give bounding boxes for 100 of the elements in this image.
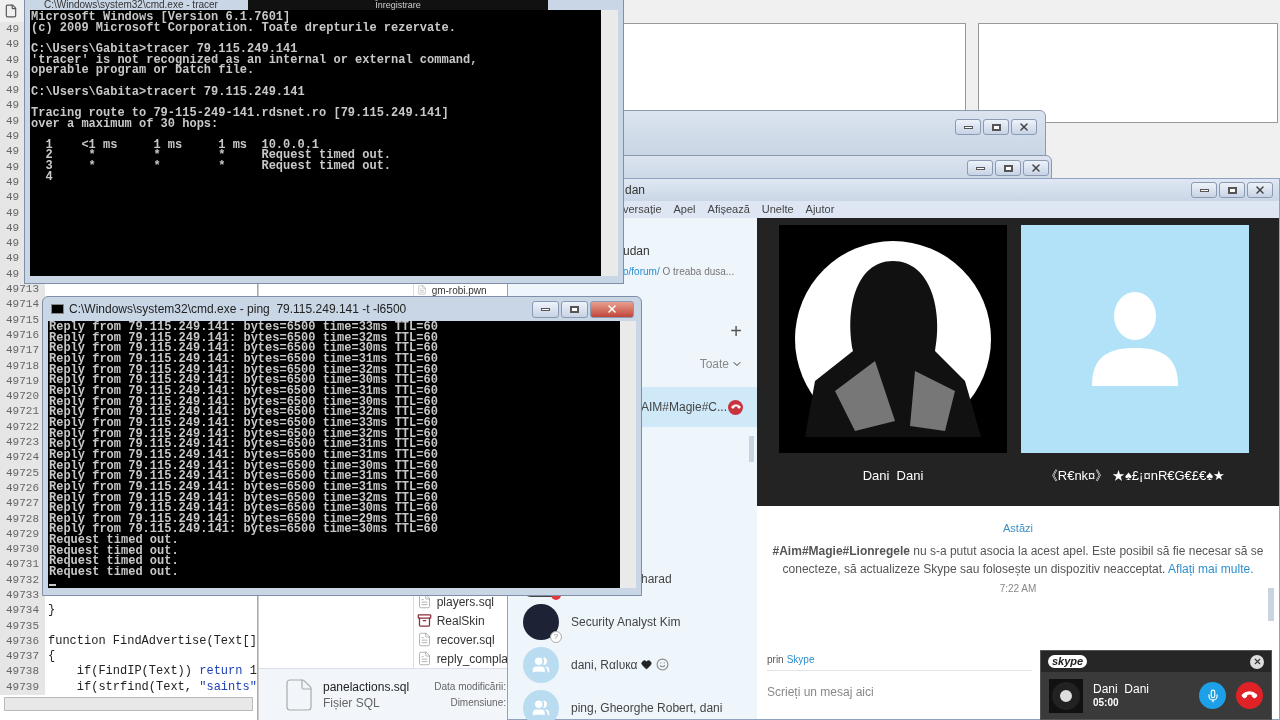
line-number: 49: [5, 113, 20, 129]
vertical-scrollbar[interactable]: [620, 321, 636, 588]
line-number: 49: [5, 129, 20, 145]
menu-item[interactable]: Apel: [673, 201, 696, 218]
line-number: 49: [5, 236, 20, 252]
system-message: #Aim#Magie#Lionregele nu s-a putut asocia la acest apel. Este posibil să fie necesar să se conecteze, să actualizeze Skype sau folosește un dispozitiv neacceptat. Aflați mai multe.: [771, 542, 1265, 578]
maximize-icon: [991, 123, 1001, 131]
maximize-icon: [1003, 164, 1013, 172]
minimize-button[interactable]: [955, 119, 981, 135]
learn-more-link[interactable]: Aflați mai multe.: [1168, 561, 1254, 576]
window-title: dan: [625, 182, 646, 199]
text-cursor: [49, 583, 56, 586]
contact-name[interactable]: ping, Gheorghe Robert, dani: [571, 698, 723, 717]
add-button[interactable]: +: [730, 321, 742, 341]
menu-item[interactable]: Afișează: [707, 201, 750, 218]
line-number: 49738: [5, 664, 39, 680]
minimize-button[interactable]: [1191, 182, 1217, 198]
participant-name: Dani Dani: [862, 467, 924, 485]
line-number: 49728: [5, 511, 39, 527]
maximize-button[interactable]: [983, 119, 1009, 135]
hang-up-button[interactable]: [1236, 682, 1263, 709]
line-number: 49: [5, 190, 20, 206]
close-button[interactable]: [1247, 182, 1273, 198]
maximize-button[interactable]: [995, 160, 1021, 176]
file-icon: [416, 285, 427, 295]
file-name[interactable]: recover.sql: [436, 630, 495, 649]
line-number: 49: [5, 159, 20, 175]
maximize-icon: [1227, 186, 1237, 194]
window-title: C:\Windows\system32\cmd.exe - tracer: [44, 0, 218, 10]
line-number: 49722: [5, 419, 39, 435]
archive-icon: [416, 613, 432, 628]
line-number: 49720: [5, 389, 39, 405]
line-number: 49726: [5, 480, 39, 496]
minimize-button[interactable]: [967, 160, 993, 176]
new-file-icon[interactable]: [4, 4, 18, 18]
line-number: 49717: [5, 343, 39, 359]
profile-name[interactable]: udan: [623, 242, 650, 260]
line-number: 49719: [5, 373, 39, 389]
line-number: 49725: [5, 465, 39, 481]
line-number: 49723: [5, 435, 39, 450]
line-number: 49: [5, 144, 20, 160]
close-button[interactable]: [1023, 160, 1049, 176]
window-title: C:\Windows\system32\cmd.exe - ping 79.115.249.141 -t -l6500: [69, 301, 407, 318]
line-number: 49727: [5, 496, 39, 512]
maximize-icon: [570, 305, 579, 313]
line-number: 49736: [5, 633, 39, 649]
line-number: 49721: [5, 404, 39, 420]
scrollbar-thumb[interactable]: [749, 436, 754, 462]
microphone-icon: [1205, 688, 1220, 703]
console-line: operable program or batch file.: [31, 65, 255, 76]
close-icon: [1254, 184, 1266, 196]
file-name[interactable]: gm-robi.pwn: [431, 284, 487, 296]
menu-item[interactable]: versație: [623, 201, 662, 218]
line-number: 49730: [5, 542, 39, 558]
contact-name[interactable]: dani, Rαlυкα: [571, 655, 638, 674]
skype-link[interactable]: Skype: [786, 652, 815, 667]
console-line: C:\Users\Gabita>tracer 79.115.249.141: [31, 43, 298, 55]
horizontal-scrollbar[interactable]: [4, 697, 253, 711]
conversation-item[interactable]: AIM#Magie#C...: [641, 387, 757, 427]
menu-item[interactable]: Unelte: [761, 201, 794, 218]
line-number: 49: [5, 37, 20, 53]
console-line: 3 * * * Request timed out.: [44, 161, 392, 172]
vertical-scrollbar[interactable]: [601, 10, 618, 276]
mood-message: o/forum/ O treaba dusa...: [623, 265, 735, 279]
file-name[interactable]: RealSkin: [436, 611, 485, 630]
scrollbar-thumb[interactable]: [1268, 588, 1274, 621]
call-duration: 05:00: [1093, 695, 1120, 710]
console-line: Microsoft Windows [Version 6.1.7601]: [31, 12, 291, 23]
line-number: 49: [5, 22, 20, 37]
close-button[interactable]: [1011, 119, 1037, 135]
console-line: Reply from 79.115.249.141: bytes=6500 time=31ms TTL=60: [49, 449, 438, 461]
contact-name[interactable]: Security Analyst Kim: [571, 612, 681, 631]
participant-name: 《R€nk¤》 ★♠£¡¤nR€G€£€♠★: [1044, 467, 1226, 485]
microphone-button[interactable]: [1199, 682, 1226, 709]
console-line: Request timed out.: [49, 535, 179, 546]
close-icon: [1030, 162, 1042, 174]
date-divider: Astăzi: [1003, 521, 1033, 536]
maximize-button[interactable]: [561, 300, 588, 318]
maximize-button[interactable]: [1219, 182, 1245, 198]
minimize-button[interactable]: [532, 300, 559, 318]
file-name[interactable]: reply_compla: [436, 649, 508, 668]
line-number: 49729: [5, 526, 39, 542]
caller-name: Dani Dani: [1093, 681, 1150, 696]
detail-label: Dimensiune:: [450, 695, 506, 710]
console-line: Reply from 79.115.249.141: bytes=6500 time=30ms TTL=60: [49, 343, 438, 354]
hang-up-icon[interactable]: [728, 399, 743, 415]
smiley-icon: [656, 658, 670, 671]
contact-name[interactable]: harad: [641, 569, 672, 588]
file-icon: [416, 594, 432, 609]
console-line: Reply from 79.115.249.141: bytes=6500 time=33ms TTL=60: [49, 417, 438, 429]
minimize-icon: [541, 307, 550, 311]
menu-item[interactable]: Ajutor: [805, 201, 835, 218]
line-number: 49737: [5, 649, 39, 665]
detail-label: Data modificării:: [434, 679, 506, 694]
file-name[interactable]: players.sql: [436, 592, 494, 611]
close-button[interactable]: [1250, 654, 1264, 669]
via-label: prin: [767, 653, 784, 667]
line-number: 49: [5, 83, 20, 99]
line-number: 49732: [5, 572, 39, 588]
console-line: Reply from 79.115.249.141: bytes=6500 time=30ms TTL=60: [49, 503, 438, 514]
